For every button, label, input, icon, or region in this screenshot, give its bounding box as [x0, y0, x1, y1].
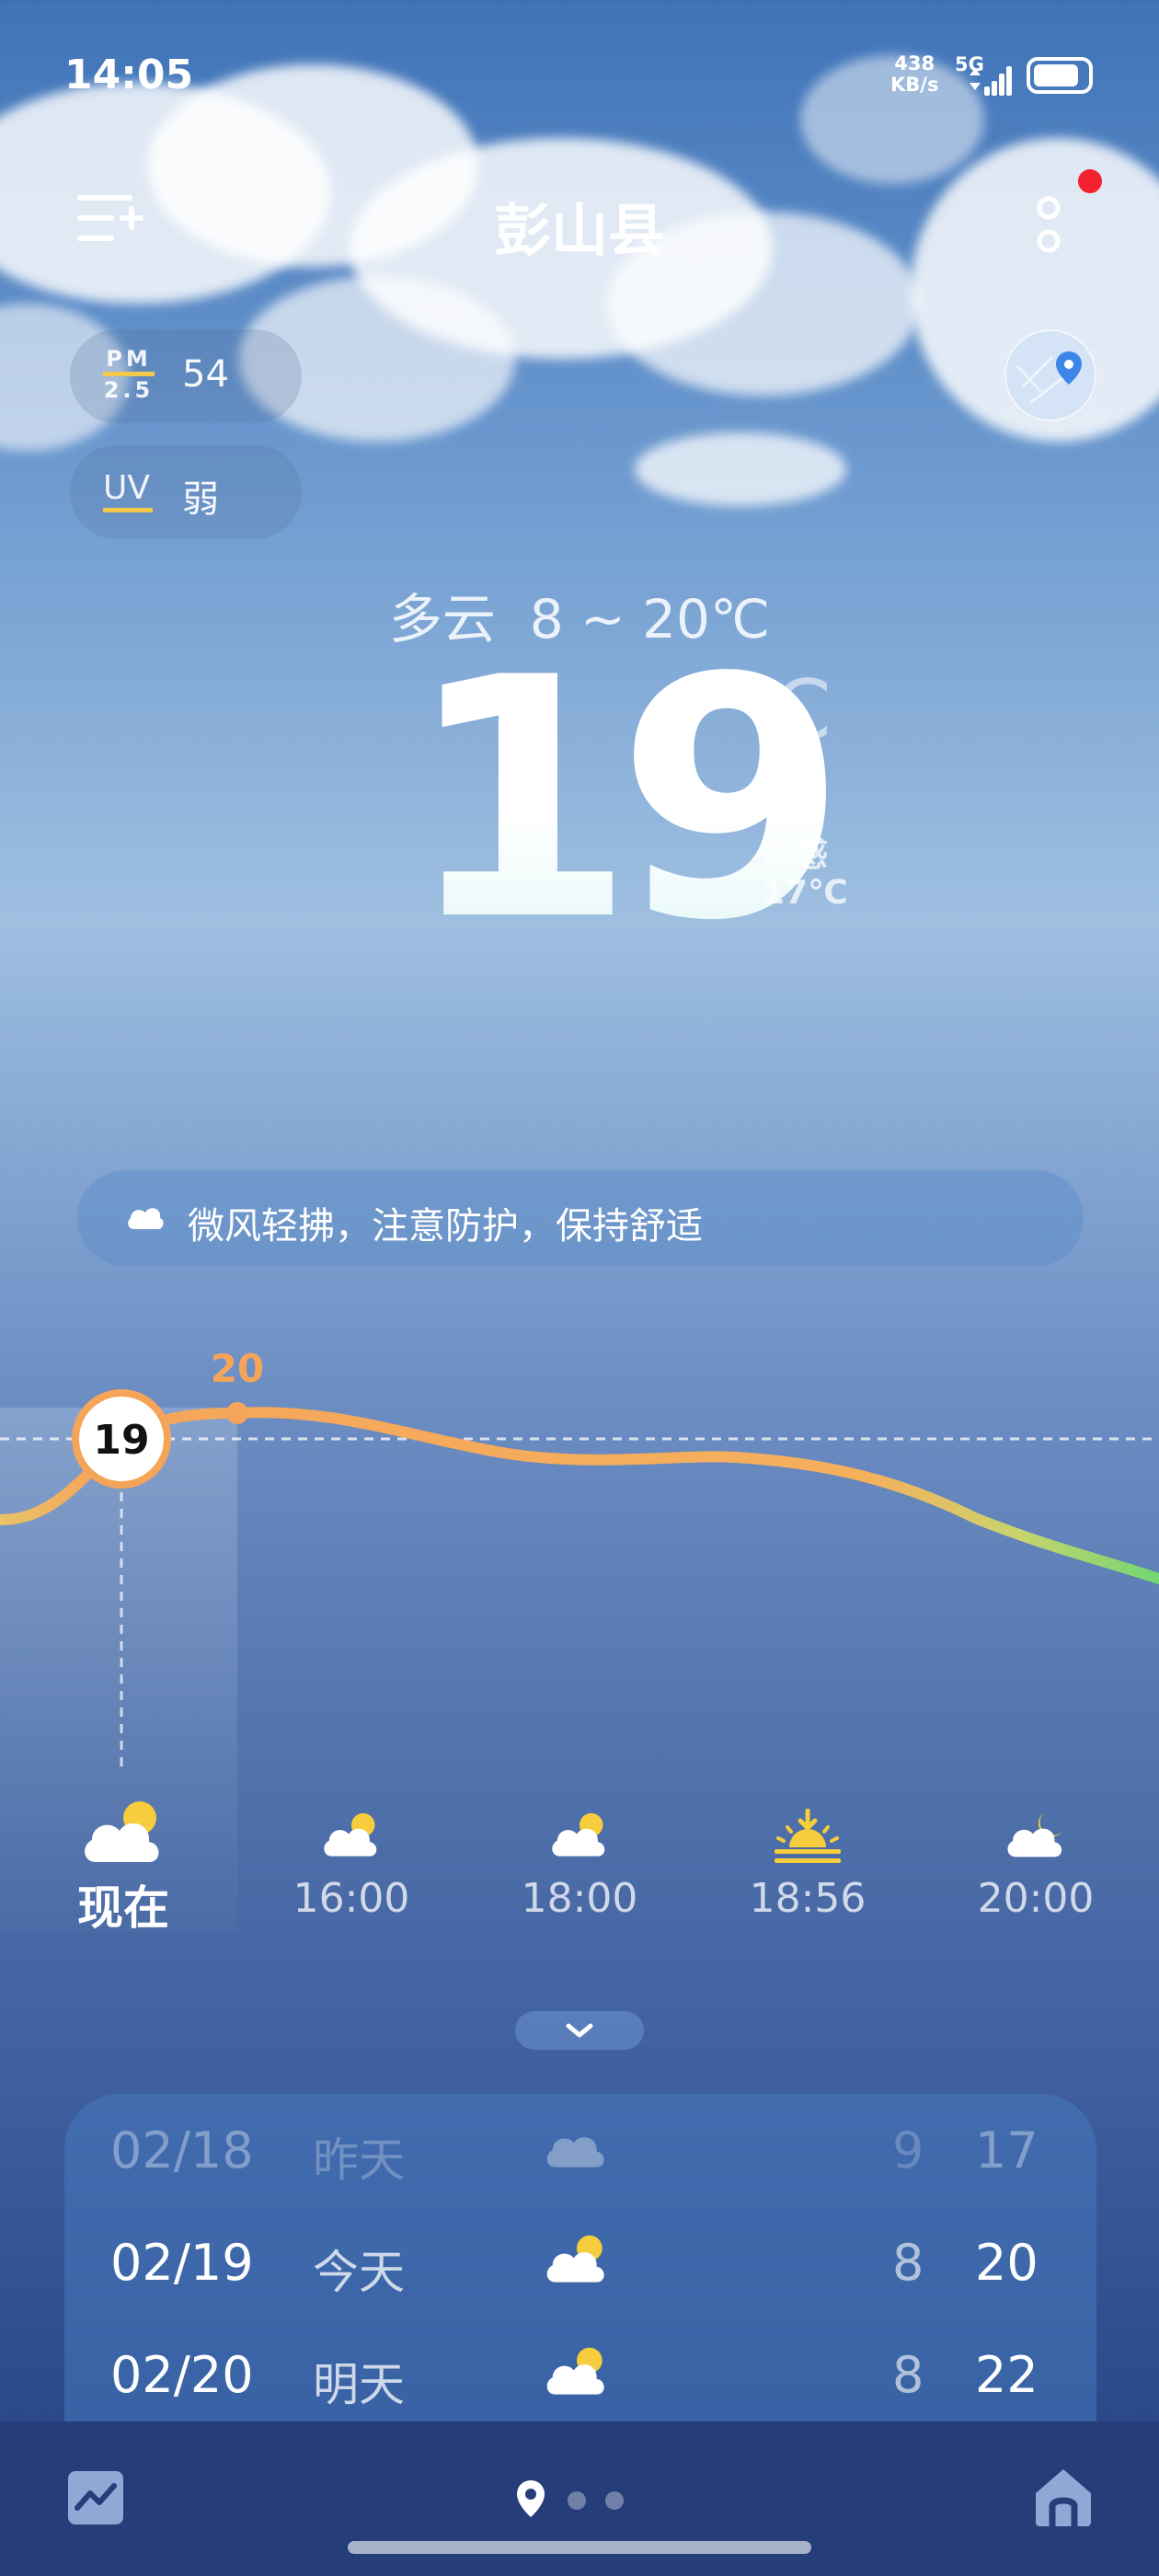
peak-label: 20 — [211, 1346, 264, 1391]
daily-date: 02/19 — [110, 2234, 254, 2292]
temperature-unit: ℃ — [740, 662, 833, 759]
pm25-value: 54 — [182, 353, 229, 396]
pm25-underline — [103, 372, 155, 376]
partly-cloudy-icon — [546, 2235, 604, 2283]
hourly-item[interactable]: 18:56 — [716, 1808, 900, 1922]
home-icon[interactable] — [1032, 2466, 1095, 2528]
chevron-down-icon — [566, 2023, 593, 2038]
hourly-item[interactable]: 18:00 — [488, 1809, 671, 1922]
partly-cloudy-icon — [85, 1801, 159, 1862]
location-pin-icon[interactable] — [515, 2478, 546, 2519]
expand-button[interactable] — [515, 2011, 644, 2050]
hourly-time: 18:00 — [521, 1875, 638, 1922]
daily-low: 8 — [892, 2234, 924, 2292]
uv-value: 弱 — [182, 478, 219, 521]
hourly-item[interactable]: 20:00 — [944, 1809, 1128, 1922]
partly-cloudy-icon — [546, 2347, 604, 2395]
cloud-icon — [546, 2137, 604, 2168]
daily-row[interactable]: 02/20 明天 8 22 — [64, 2318, 1096, 2425]
daily-date: 02/20 — [110, 2346, 254, 2404]
hourly-time: 现在 — [77, 1881, 169, 1935]
notification-dot — [1078, 169, 1102, 193]
sunset-icon — [775, 1808, 841, 1863]
daily-date: 02/18 — [110, 2122, 254, 2179]
more-vertical-icon[interactable] — [1030, 195, 1067, 259]
pm25-label-top: PM — [106, 346, 152, 372]
feels-like-value: 17℃ — [762, 874, 848, 912]
home-indicator — [348, 2541, 811, 2554]
map-pin-icon — [1016, 351, 1082, 405]
weather-tip-text: 微风轻拂，注意防护，保持舒适 — [188, 1205, 703, 1248]
hourly-item[interactable]: 16:00 — [259, 1809, 443, 1922]
partly-cloudy-icon — [324, 1812, 377, 1857]
map-button[interactable] — [1004, 329, 1096, 421]
status-bar: 14:05 438 KB/s 5G — [0, 0, 1159, 147]
daily-low: 8 — [892, 2346, 924, 2404]
city-name[interactable]: 彭山县 — [0, 184, 1159, 267]
hourly-time: 16:00 — [293, 1875, 410, 1922]
daily-forecast-card[interactable]: 02/18 昨天 9 17 02/19 今天 8 20 02/20 明天 8 2… — [64, 2094, 1096, 2425]
network-speed-value: 438 — [894, 52, 935, 75]
daily-high: 17 — [975, 2122, 1039, 2179]
daily-day-name: 今天 — [313, 2246, 405, 2299]
daily-high: 22 — [975, 2346, 1039, 2404]
battery-icon — [1027, 57, 1093, 94]
hourly-item[interactable]: 现在 — [31, 1798, 215, 1938]
page-indicator-dot[interactable] — [568, 2491, 586, 2510]
cloud-icon — [128, 1208, 164, 1229]
status-time: 14:05 — [64, 52, 194, 98]
uv-label: UV — [103, 469, 150, 507]
hourly-time: 18:56 — [749, 1875, 866, 1922]
signal-icon — [970, 66, 1012, 96]
daily-high: 20 — [975, 2234, 1039, 2292]
peak-point — [226, 1402, 248, 1424]
current-point-label: 19 — [93, 1417, 149, 1464]
feels-like-label: 体感 — [762, 836, 829, 874]
battery-level — [1034, 64, 1078, 86]
daily-low: 9 — [892, 2122, 924, 2179]
trend-chart-icon[interactable] — [66, 2469, 125, 2526]
hourly-time: 20:00 — [977, 1875, 1095, 1922]
daily-row[interactable]: 02/19 今天 8 20 — [64, 2206, 1096, 2317]
pm25-label-bottom: 2.5 — [103, 377, 155, 403]
partly-cloudy-icon — [552, 1812, 605, 1857]
daily-row[interactable]: 02/18 昨天 9 17 — [64, 2094, 1096, 2204]
uv-underline — [103, 508, 153, 512]
daily-day-name: 昨天 — [313, 2133, 405, 2187]
network-speed: 438 KB/s — [890, 53, 938, 96]
cloudy-night-icon — [1007, 1812, 1063, 1857]
page-indicator-dot[interactable] — [605, 2491, 624, 2510]
network-speed-unit: KB/s — [890, 74, 939, 96]
daily-day-name: 明天 — [313, 2358, 405, 2411]
